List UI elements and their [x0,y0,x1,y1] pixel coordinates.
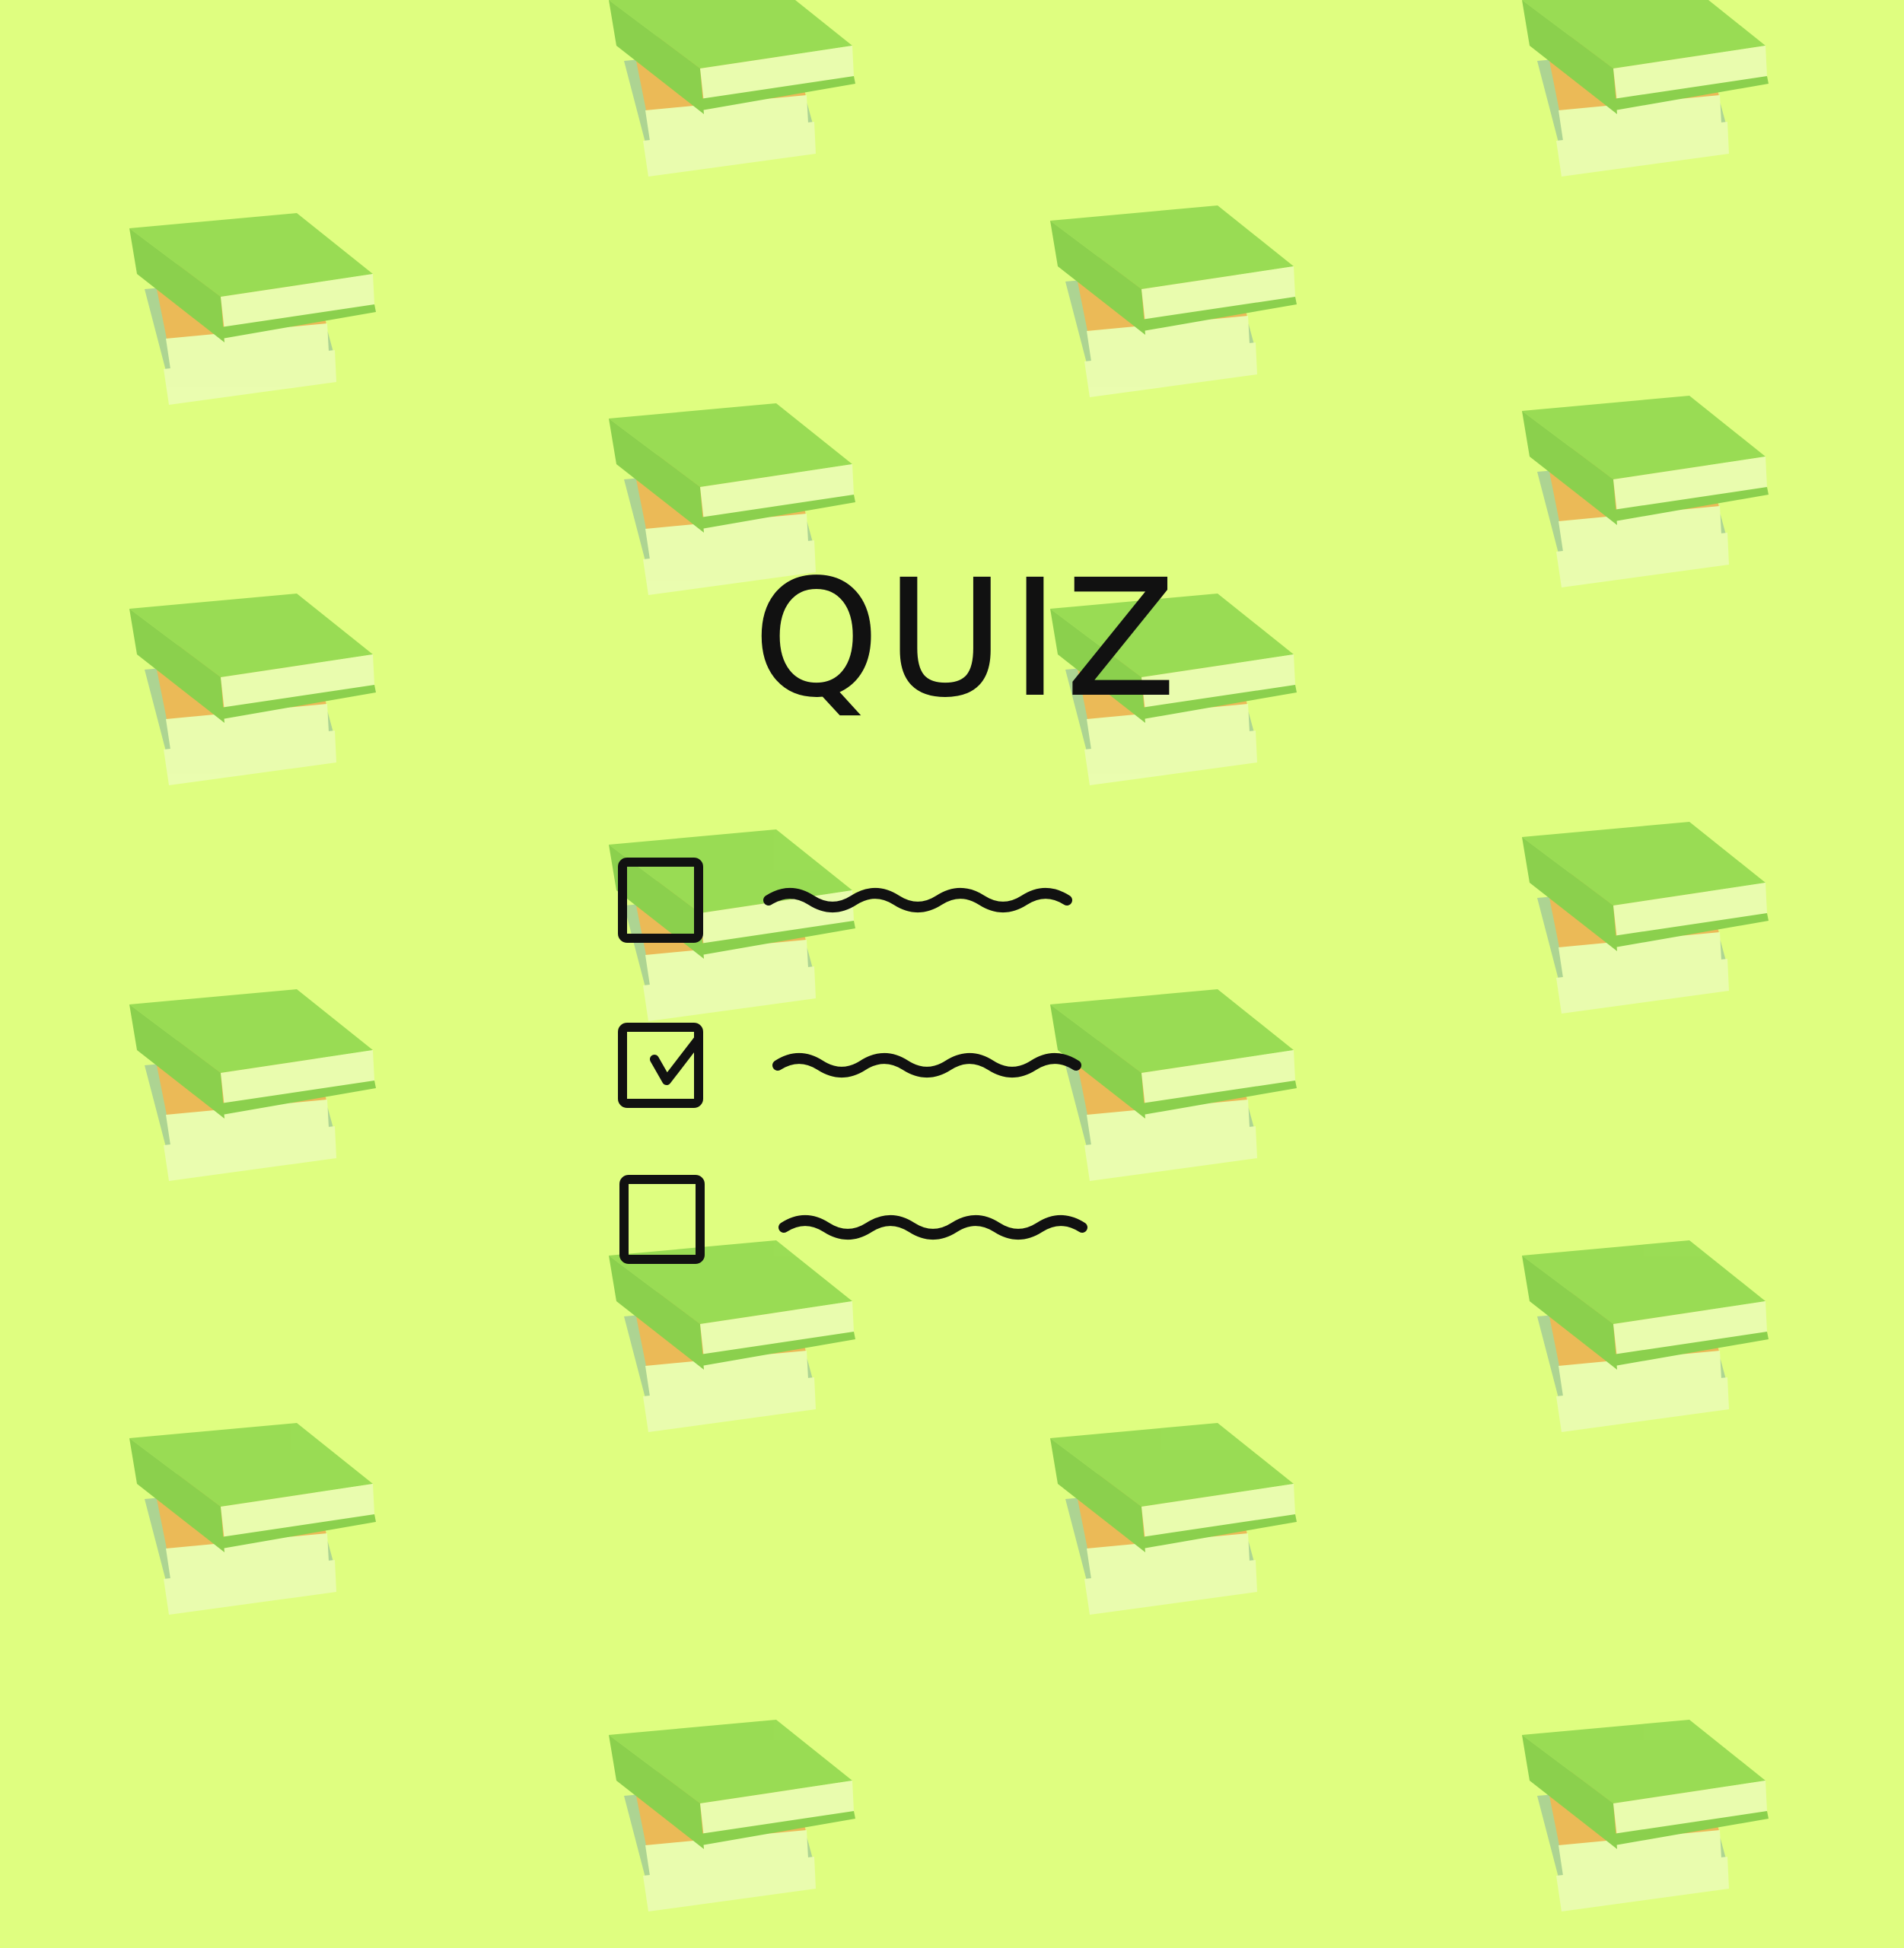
book-stack-icon [1514,365,1773,624]
book-stack-icon [122,959,380,1218]
book-stack-icon [1043,1393,1301,1651]
book-stack-icon [1514,1210,1773,1469]
squiggle-line [772,1053,1081,1077]
checkbox-icon [619,1175,705,1264]
quiz-poster: QUIZ [0,0,1904,1911]
book-stack-icon [601,1689,860,1948]
book-stack-icon [1514,1689,1773,1948]
checkmark-icon [650,1036,702,1085]
book-stack-icon [122,1393,380,1651]
book-stack-icon [1514,0,1773,213]
quiz-title: QUIZ [753,546,1183,732]
checkbox-icon [618,858,703,943]
squiggle-line [778,1215,1087,1240]
book-stack-icon [601,0,860,213]
squiggle-line [763,888,1072,912]
checklist-item-3 [616,1168,1225,1275]
book-stack-icon [1514,791,1773,1050]
checklist-item-2 [616,1012,1225,1119]
book-stack-icon [122,183,380,441]
checklist-item-1 [616,848,1225,955]
book-stack-icon [1043,175,1301,434]
book-stack-icon [122,563,380,822]
